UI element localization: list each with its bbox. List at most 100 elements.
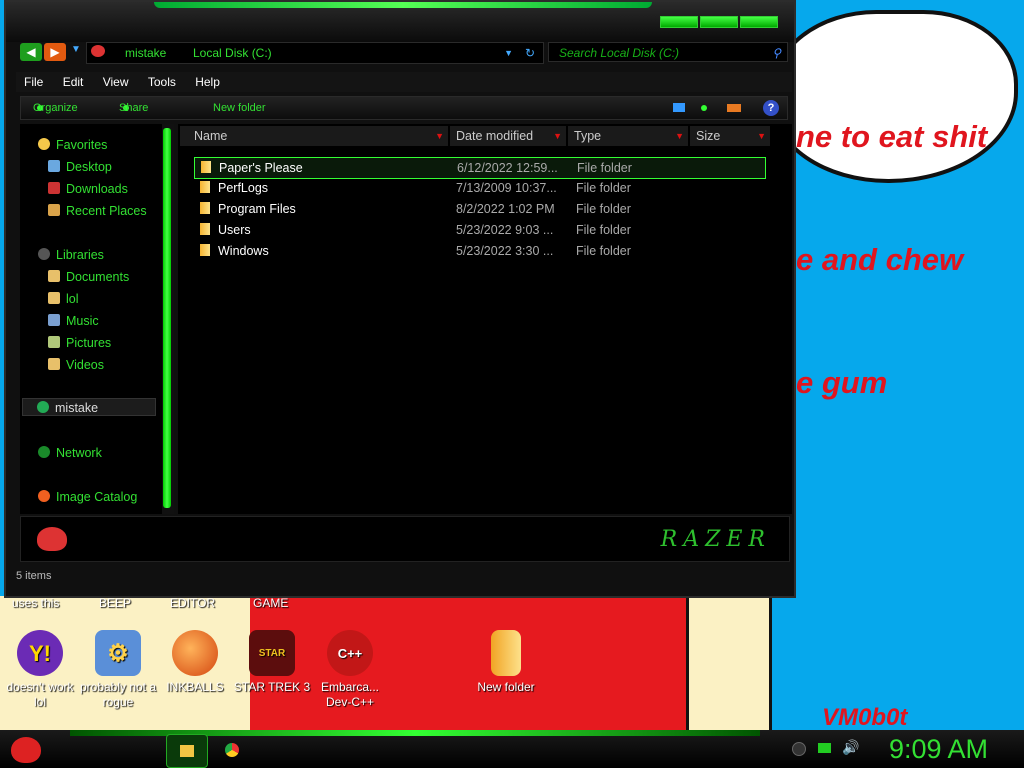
nav-label: Desktop xyxy=(66,160,112,174)
recent-pages-chevron-icon[interactable]: ▼ xyxy=(71,44,81,55)
maximize-button[interactable] xyxy=(700,16,738,28)
folder-icon xyxy=(200,181,210,193)
menu-tools[interactable]: Tools xyxy=(148,75,176,89)
dev-cpp-icon: C++ xyxy=(327,630,373,676)
nav-image-catalog[interactable]: Image Catalog xyxy=(38,488,137,506)
nav-lol[interactable]: lol xyxy=(48,290,79,308)
minimize-button[interactable] xyxy=(660,16,698,28)
show-hidden-icons-icon[interactable] xyxy=(792,742,806,756)
file-row[interactable]: Users 5/23/2022 9:03 ... File folder xyxy=(194,220,764,240)
nav-downloads[interactable]: Downloads xyxy=(48,180,128,198)
address-crumb-drive[interactable]: Local Disk (C:) xyxy=(193,43,272,63)
preview-pane-icon[interactable] xyxy=(727,104,741,112)
nav-label: Videos xyxy=(66,358,104,372)
nav-recent-places[interactable]: Recent Places xyxy=(48,202,147,220)
back-arrow-icon: ◀ xyxy=(26,45,36,59)
desktop-icon-label: Embarca... Dev-C++ xyxy=(320,680,380,709)
address-crumb-mistake[interactable]: mistake xyxy=(125,43,166,63)
file-name: Users xyxy=(218,223,251,237)
nav-network[interactable]: Network xyxy=(38,444,102,462)
file-date: 6/12/2022 12:59... xyxy=(457,161,558,175)
search-placeholder: Search Local Disk (C:) xyxy=(559,46,680,60)
view-mode-icon[interactable] xyxy=(673,103,685,112)
music-icon xyxy=(48,314,60,326)
new-folder-button[interactable]: New folder xyxy=(213,97,266,119)
address-bar[interactable]: mistake Local Disk (C:) ▼ ↻ xyxy=(86,42,544,64)
network-icon xyxy=(38,446,50,458)
address-row: ◀ ▶ ▼ mistake Local Disk (C:) ▼ ↻ Search… xyxy=(16,42,792,64)
file-name: Program Files xyxy=(218,202,296,216)
sort-arrow-icon: ▼ xyxy=(675,131,684,141)
refresh-icon[interactable]: ↻ xyxy=(525,43,535,63)
search-input[interactable]: Search Local Disk (C:) ⚲ xyxy=(548,42,788,62)
taskbar-chrome-button[interactable] xyxy=(212,734,252,766)
desktop-partial-labels: uses this BEEP EDITOR GAME xyxy=(0,596,800,610)
desktop-icon-yahoo[interactable]: Y! doesn't work lol xyxy=(0,630,80,710)
column-label: Name xyxy=(194,129,228,143)
close-button[interactable] xyxy=(740,16,778,28)
organize-button[interactable]: Organize xyxy=(33,97,78,119)
taskbar-explorer-button[interactable] xyxy=(166,734,208,768)
view-options-dot-icon[interactable] xyxy=(697,97,707,119)
menu-view[interactable]: View xyxy=(103,75,129,89)
column-label: Size xyxy=(696,129,721,143)
desktop-icon-star-trek[interactable]: STAR STAR TREK 3 xyxy=(232,630,312,695)
speech-bubble-text: ne to eat shit e and chew e gum xyxy=(796,34,987,444)
column-date-modified[interactable]: Date modified ▼ xyxy=(450,126,566,146)
column-size[interactable]: Size ▼ xyxy=(690,126,770,146)
share-with-button[interactable]: Share with xyxy=(119,97,148,136)
nav-scrollbar[interactable] xyxy=(162,124,174,514)
nav-label: Network xyxy=(56,446,102,460)
help-icon[interactable]: ? xyxy=(763,100,779,116)
menu-edit[interactable]: Edit xyxy=(63,75,84,89)
volume-icon[interactable]: 🔊 xyxy=(842,739,859,756)
file-row[interactable]: Paper's Please 6/12/2022 12:59... File f… xyxy=(194,157,766,179)
angry-bird-location-icon xyxy=(91,45,105,57)
nav-documents[interactable]: Documents xyxy=(48,268,129,286)
desktop-icon-new-folder[interactable]: New folder xyxy=(466,630,546,695)
start-button[interactable] xyxy=(6,734,46,766)
address-dropdown-icon[interactable]: ▼ xyxy=(504,43,513,63)
nav-label: lol xyxy=(66,292,79,306)
forward-button[interactable]: ▶ xyxy=(44,43,66,61)
taskbar-clock[interactable]: 9:09 AM xyxy=(889,734,988,765)
file-row[interactable]: Program Files 8/2/2022 1:02 PM File fold… xyxy=(194,199,764,219)
search-icon[interactable]: ⚲ xyxy=(772,43,781,63)
desktop-icon-label: New folder xyxy=(477,680,535,694)
network-status-icon[interactable] xyxy=(818,743,831,753)
column-name[interactable]: Name ▼ xyxy=(180,126,448,146)
window-titlebar[interactable] xyxy=(6,2,794,42)
desktop-icon-inkballs[interactable]: INKBALLS xyxy=(155,630,235,695)
file-date: 8/2/2022 1:02 PM xyxy=(456,202,555,216)
nav-user-folder[interactable]: mistake xyxy=(22,398,156,416)
desktop-icon-devcpp[interactable]: C++ Embarca... Dev-C++ xyxy=(310,630,390,710)
nav-scroll-thumb[interactable] xyxy=(163,128,171,508)
file-name: Paper's Please xyxy=(219,161,303,175)
recent-places-icon xyxy=(48,204,60,216)
file-row[interactable]: Windows 5/23/2022 3:30 ... File folder xyxy=(194,241,764,261)
nav-favorites[interactable]: Favorites xyxy=(38,136,107,154)
desktop-icon-label: INKBALLS xyxy=(166,680,224,694)
file-row[interactable]: PerfLogs 7/13/2009 10:37... File folder xyxy=(194,178,764,198)
desktop-icon-rogue[interactable]: ⚙ probably not a rogue xyxy=(78,630,158,710)
nav-videos[interactable]: Videos xyxy=(48,356,104,374)
nav-music[interactable]: Music xyxy=(48,312,99,330)
menu-help[interactable]: Help xyxy=(195,75,220,89)
bubble-line: e gum xyxy=(796,365,888,400)
bubble-line: ne to eat shit xyxy=(796,119,988,154)
nav-desktop[interactable]: Desktop xyxy=(48,158,112,176)
bubble-line: e and chew xyxy=(796,242,964,277)
column-type[interactable]: Type ▼ xyxy=(568,126,688,146)
back-button[interactable]: ◀ xyxy=(20,43,42,61)
nav-libraries[interactable]: Libraries xyxy=(38,246,104,264)
pictures-icon xyxy=(48,336,60,348)
gear-program-icon: ⚙ xyxy=(95,630,141,676)
menu-file[interactable]: File xyxy=(24,75,43,89)
videos-icon xyxy=(48,358,60,370)
desktop-icon-label: probably not a rogue xyxy=(79,680,157,709)
nav-pictures[interactable]: Pictures xyxy=(48,334,111,352)
file-type: File folder xyxy=(576,202,631,216)
folder-icon xyxy=(200,202,210,214)
menu-bar: File Edit View Tools Help xyxy=(16,72,792,92)
star-wars-game-icon: STAR xyxy=(249,630,295,676)
